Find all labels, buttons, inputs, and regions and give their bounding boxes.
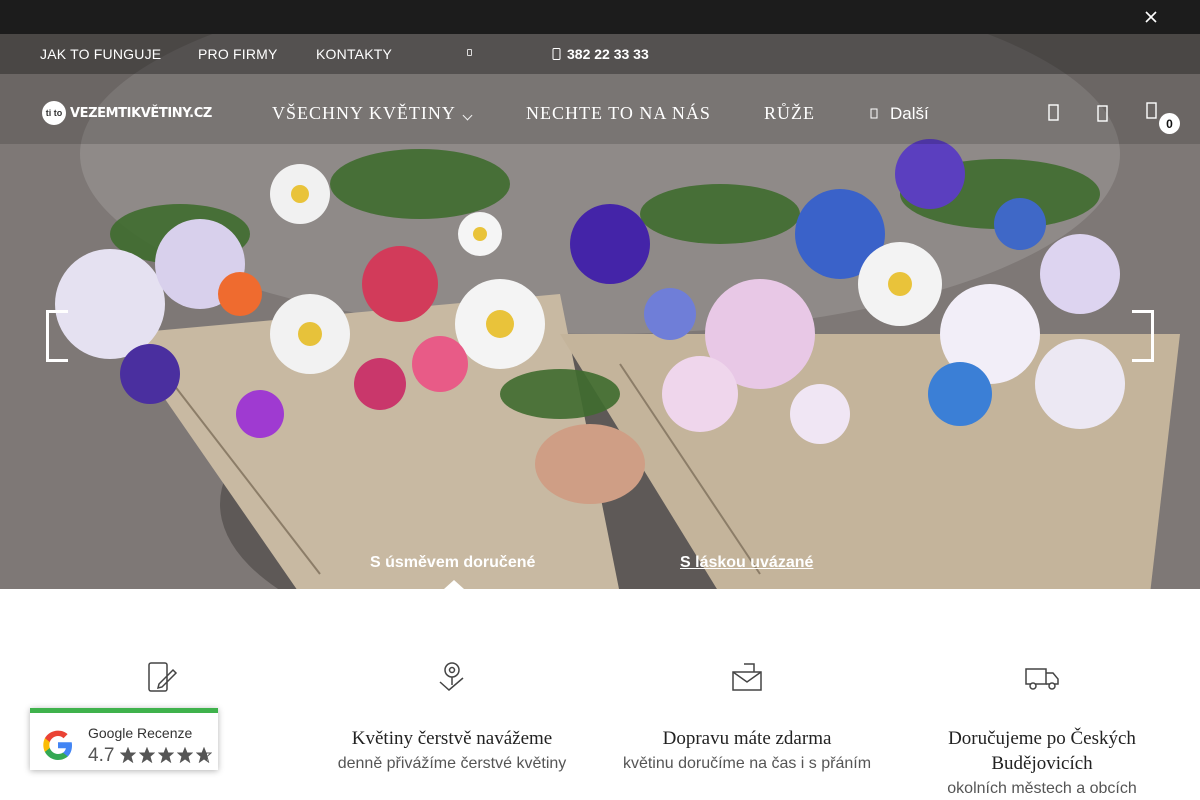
google-reviews-badge[interactable]: Google Recenze 4.7 (30, 708, 218, 770)
nav-all-flowers[interactable]: VŠECHNY KVĚTINY (272, 103, 456, 124)
link-contacts[interactable]: KONTAKTY (316, 46, 392, 62)
phone-number: 382 22 33 33 (567, 46, 649, 62)
rating-stars (120, 747, 212, 763)
nav-more-label: Další (890, 104, 929, 123)
reviews-title: Google Recenze (88, 725, 193, 741)
language-icon[interactable] (467, 49, 472, 56)
menu-dots-icon (870, 108, 878, 119)
slider-next-arrow[interactable] (1132, 310, 1154, 362)
logo-text: VEZEMTIKVĚTINY.CZ (70, 105, 212, 121)
search-icon[interactable] (1092, 102, 1114, 124)
star-icon (139, 747, 155, 763)
star-icon (158, 747, 174, 763)
slide-tab-love[interactable]: S láskou uvázané (680, 554, 813, 572)
phone-icon (552, 48, 561, 60)
phone-edit-icon (148, 662, 178, 692)
feature-free-delivery: Dopravu máte zdarma květinu doručíme na … (617, 660, 877, 776)
notice-bar (0, 0, 1200, 34)
envelope-map-icon (732, 663, 762, 691)
star-icon (120, 747, 136, 763)
reviews-score: 4.7 (88, 745, 115, 766)
star-icon (177, 747, 193, 763)
feature-fresh: Květiny čerstvě navážeme denně přivážíme… (322, 660, 582, 776)
nav-more[interactable]: Další (870, 104, 929, 124)
feature-title: Květiny čerstvě navážeme (351, 728, 553, 749)
logo-badge: ti to (42, 101, 66, 125)
feature-subtitle: okolních městech a obcích (947, 780, 1137, 797)
feature-subtitle: denně přivážíme čerstvé květiny (337, 755, 567, 772)
feature-title: Doručujeme po Českých Budějovicích (948, 728, 1136, 774)
cart-count-badge: 0 (1159, 113, 1180, 134)
nav-leave-it-to-us[interactable]: NECHTE TO NA NÁS (526, 103, 711, 124)
site-logo[interactable]: ti to VEZEMTIKVĚTINY.CZ (42, 101, 212, 125)
phone-contact[interactable]: 382 22 33 33 (552, 46, 649, 62)
delivery-van-icon (1025, 668, 1059, 690)
user-icon[interactable] (1043, 102, 1065, 124)
feature-local-delivery: Doručujeme po Českých Budějovicích okoln… (912, 660, 1172, 800)
hand-flower-icon (439, 662, 464, 691)
link-for-business[interactable]: PRO FIRMY (198, 46, 278, 62)
google-logo-icon (43, 730, 72, 760)
feature-subtitle: květinu doručíme na čas i s přáním (622, 755, 872, 772)
active-slide-pointer (444, 580, 464, 589)
link-how-it-works[interactable]: JAK TO FUNGUJE (40, 46, 161, 62)
star-icon (196, 747, 212, 763)
close-icon[interactable] (1142, 8, 1160, 26)
slide-tab-smile[interactable]: S úsměvem doručené (370, 554, 535, 572)
nav-roses[interactable]: RŮŽE (764, 103, 815, 124)
slider-prev-arrow[interactable] (46, 310, 68, 362)
feature-title: Dopravu máte zdarma (662, 728, 832, 749)
